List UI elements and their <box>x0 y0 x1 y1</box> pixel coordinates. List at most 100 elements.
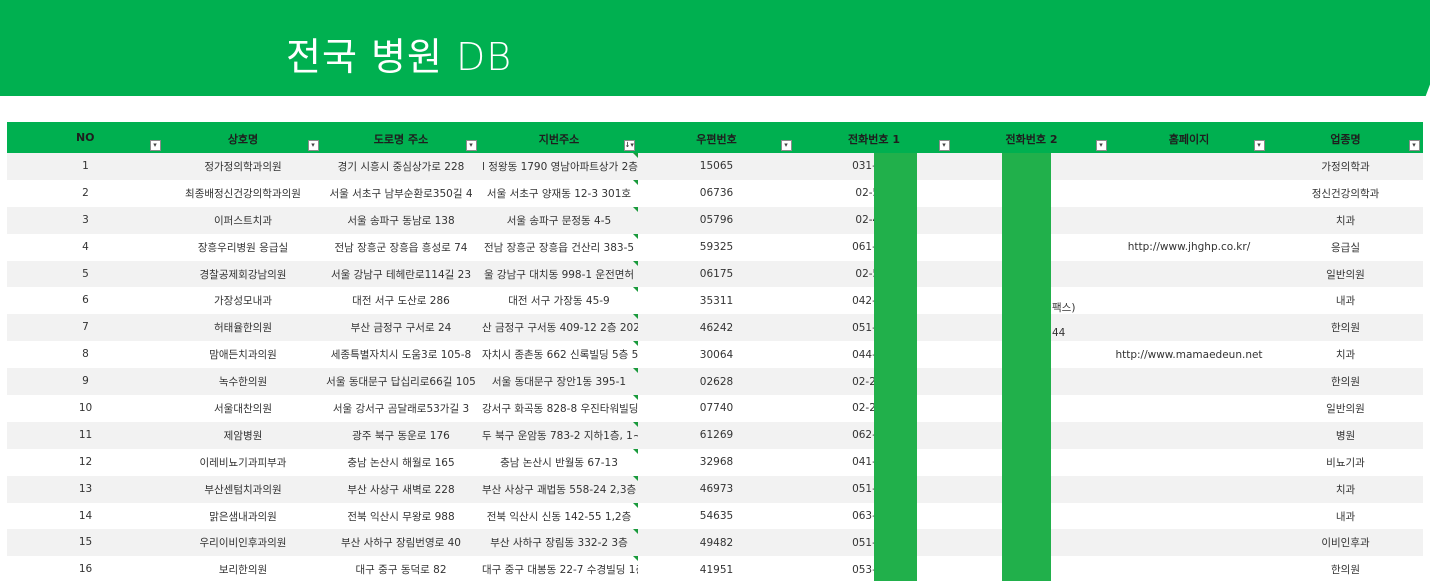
cell-homepage-link[interactable] <box>1110 179 1268 207</box>
cell-homepage-link[interactable] <box>1110 368 1268 396</box>
cell-homepage-link[interactable] <box>1110 153 1268 180</box>
cell-business-name[interactable]: 맑은샘내과의원 <box>164 502 322 530</box>
cell-road-address[interactable]: 부산 사상구 새벽로 228 <box>322 475 480 503</box>
cell-row-number[interactable]: 2 <box>7 179 164 207</box>
cell-zipcode[interactable]: 35311 <box>638 287 795 315</box>
cell-road-address[interactable]: 경기 시흥시 중심상가로 228 <box>322 153 480 180</box>
cell-zipcode[interactable]: 46242 <box>638 314 795 342</box>
cell-row-number[interactable]: 16 <box>7 556 164 581</box>
cell-category[interactable]: 한의원 <box>1268 314 1423 342</box>
cell-zipcode[interactable]: 06175 <box>638 260 795 288</box>
cell-row-number[interactable]: 4 <box>7 233 164 261</box>
cell-row-number[interactable]: 7 <box>7 314 164 342</box>
cell-zipcode[interactable]: 61269 <box>638 421 795 449</box>
cell-jibun-address[interactable]: 울 강남구 대치동 998-1 운전면허 <box>480 260 638 288</box>
cell-row-number[interactable]: 13 <box>7 475 164 503</box>
cell-business-name[interactable]: 제암병원 <box>164 421 322 449</box>
cell-zipcode[interactable]: 32968 <box>638 448 795 476</box>
cell-row-number[interactable]: 8 <box>7 341 164 369</box>
cell-homepage-link[interactable] <box>1110 448 1268 476</box>
table-row[interactable]: 4 장흥우리병원 응급실 전남 장흥군 장흥읍 흥성로 74 전남 장흥군 장흥읍 건… <box>7 233 1423 261</box>
filter-dropdown-icon[interactable]: ▾ <box>1253 140 1265 151</box>
cell-jibun-address[interactable]: 충남 논산시 반월동 67-13 <box>480 448 638 476</box>
cell-jibun-address[interactable]: 전남 장흥군 장흥읍 건산리 383-5 <box>480 233 638 261</box>
cell-zipcode[interactable]: 59325 <box>638 233 795 261</box>
cell-road-address[interactable]: 서울 강남구 테헤란로114길 23 <box>322 260 480 288</box>
cell-category[interactable]: 일반의원 <box>1268 395 1423 422</box>
cell-homepage-link[interactable] <box>1110 502 1268 530</box>
cell-jibun-address[interactable]: 자치시 종촌동 662 신록빌딩 5층 5 <box>480 341 638 369</box>
column-header-name[interactable]: 상호명 ▾ <box>164 122 323 153</box>
cell-category[interactable]: 정신건강의학과 <box>1268 179 1423 207</box>
cell-category[interactable]: 병원 <box>1268 421 1423 449</box>
cell-business-name[interactable]: 보리한의원 <box>164 556 322 581</box>
cell-business-name[interactable]: 장흥우리병원 응급실 <box>164 233 322 261</box>
cell-jibun-address[interactable]: 대구 중구 대봉동 22-7 수경빌딩 1층 <box>480 556 638 581</box>
cell-road-address[interactable]: 대구 중구 동덕로 82 <box>322 556 480 581</box>
cell-jibun-address[interactable]: 서울 송파구 문정동 4-5 <box>480 206 638 234</box>
cell-jibun-address[interactable]: 부산 사상구 괘법동 558-24 2,3층 <box>480 475 638 503</box>
cell-category[interactable]: 한의원 <box>1268 556 1423 581</box>
cell-category[interactable]: 치과 <box>1268 341 1423 369</box>
cell-jibun-address[interactable]: 대전 서구 가장동 45-9 <box>480 287 638 315</box>
cell-road-address[interactable]: 대전 서구 도산로 286 <box>322 287 480 315</box>
cell-business-name[interactable]: 경찰공제회강남의원 <box>164 260 322 288</box>
cell-business-name[interactable]: 서울대찬의원 <box>164 395 322 422</box>
cell-homepage-link[interactable]: http://www.mamaedeun.net <box>1110 341 1268 369</box>
cell-homepage-link[interactable] <box>1110 556 1268 581</box>
cell-category[interactable]: 내과 <box>1268 502 1423 530</box>
cell-homepage-link[interactable] <box>1110 529 1268 557</box>
cell-zipcode[interactable]: 46973 <box>638 475 795 503</box>
table-row[interactable]: 3 이퍼스트치과 서울 송파구 동남로 138 서울 송파구 문정동 4-5 05796… <box>7 206 1423 234</box>
cell-jibun-address[interactable]: 서울 서초구 양재동 12-3 301호 <box>480 179 638 207</box>
cell-road-address[interactable]: 광주 북구 동운로 176 <box>322 421 480 449</box>
cell-jibun-address[interactable]: 전북 익산시 신동 142-55 1,2층 <box>480 502 638 530</box>
column-header-phone2[interactable]: 전화번호 2 ▾ <box>953 122 1111 153</box>
cell-road-address[interactable]: 전북 익산시 무왕로 988 <box>322 502 480 530</box>
cell-category[interactable]: 이비인후과 <box>1268 529 1423 557</box>
cell-zipcode[interactable]: 41951 <box>638 556 795 581</box>
column-header-homepage[interactable]: 홈페이지 ▾ <box>1110 122 1269 153</box>
table-row[interactable]: 16 보리한의원 대구 중구 동덕로 82 대구 중구 대봉동 22-7 수경빌딩 1… <box>7 556 1423 581</box>
cell-jibun-address[interactable]: 두 북구 운암동 783-2 지하1층, 1~ <box>480 421 638 449</box>
column-header-road-address[interactable]: 도로명 주소 ▾ <box>322 122 481 153</box>
filter-dropdown-icon[interactable]: ▾ <box>149 140 161 151</box>
cell-row-number[interactable]: 14 <box>7 502 164 530</box>
cell-row-number[interactable]: 15 <box>7 529 164 557</box>
cell-zipcode[interactable]: 49482 <box>638 529 795 557</box>
cell-homepage-link[interactable]: http://www.jhghp.co.kr/ <box>1110 233 1268 261</box>
cell-business-name[interactable]: 이레비뇨기과피부과 <box>164 448 322 476</box>
cell-category[interactable]: 일반의원 <box>1268 260 1423 288</box>
cell-zipcode[interactable]: 15065 <box>638 153 795 180</box>
filter-dropdown-icon[interactable]: ▾ <box>307 140 319 151</box>
table-row[interactable]: 12 이레비뇨기과피부과 충남 논산시 해월로 165 충남 논산시 반월동 67-1… <box>7 448 1423 476</box>
cell-category[interactable]: 가정의학과 <box>1268 153 1423 180</box>
table-row[interactable]: 15 우리이비인후과의원 부산 사하구 장림번영로 40 부산 사하구 장림동 332… <box>7 529 1423 557</box>
cell-category[interactable]: 치과 <box>1268 475 1423 503</box>
cell-category[interactable]: 비뇨기과 <box>1268 448 1423 476</box>
cell-jibun-address[interactable]: 서울 동대문구 장안1동 395-1 <box>480 368 638 396</box>
cell-road-address[interactable]: 세종특별자치시 도움3로 105-8 <box>322 341 480 369</box>
cell-zipcode[interactable]: 05796 <box>638 206 795 234</box>
cell-homepage-link[interactable] <box>1110 314 1268 342</box>
cell-homepage-link[interactable] <box>1110 475 1268 503</box>
cell-zipcode[interactable]: 02628 <box>638 368 795 396</box>
table-row[interactable]: 6가장성모내과대전 서구 도산로 286대전 서구 가장동 45-9353110… <box>7 287 1423 315</box>
cell-zipcode[interactable]: 30064 <box>638 341 795 369</box>
cell-business-name[interactable]: 녹수한의원 <box>164 368 322 396</box>
table-row[interactable]: 10 서울대찬의원 서울 강서구 곰달래로53가길 3 강서구 화곡동 828-8 우… <box>7 395 1423 422</box>
cell-category[interactable]: 한의원 <box>1268 368 1423 396</box>
table-row[interactable]: 2 최종배정신건강의학과의원 서울 서초구 남부순환로350길 4 서울 서초구 양재… <box>7 179 1423 207</box>
filter-dropdown-icon[interactable]: ▾ <box>780 140 792 151</box>
cell-road-address[interactable]: 전남 장흥군 장흥읍 흥성로 74 <box>322 233 480 261</box>
cell-road-address[interactable]: 서울 강서구 곰달래로53가길 3 <box>322 395 480 422</box>
table-row[interactable]: 11 제암병원 광주 북구 동운로 176 두 북구 운암동 783-2 지하1층, … <box>7 421 1423 449</box>
cell-road-address[interactable]: 서울 서초구 남부순환로350길 4 <box>322 179 480 207</box>
cell-homepage-link[interactable] <box>1110 260 1268 288</box>
cell-zipcode[interactable]: 06736 <box>638 179 795 207</box>
cell-business-name[interactable]: 가장성모내과 <box>164 287 322 315</box>
cell-row-number[interactable]: 6 <box>7 287 164 315</box>
cell-zipcode[interactable]: 54635 <box>638 502 795 530</box>
table-row[interactable]: 9 녹수한의원 서울 동대문구 답십리로66길 105 서울 동대문구 장안1동 39… <box>7 368 1423 396</box>
cell-row-number[interactable]: 9 <box>7 368 164 396</box>
